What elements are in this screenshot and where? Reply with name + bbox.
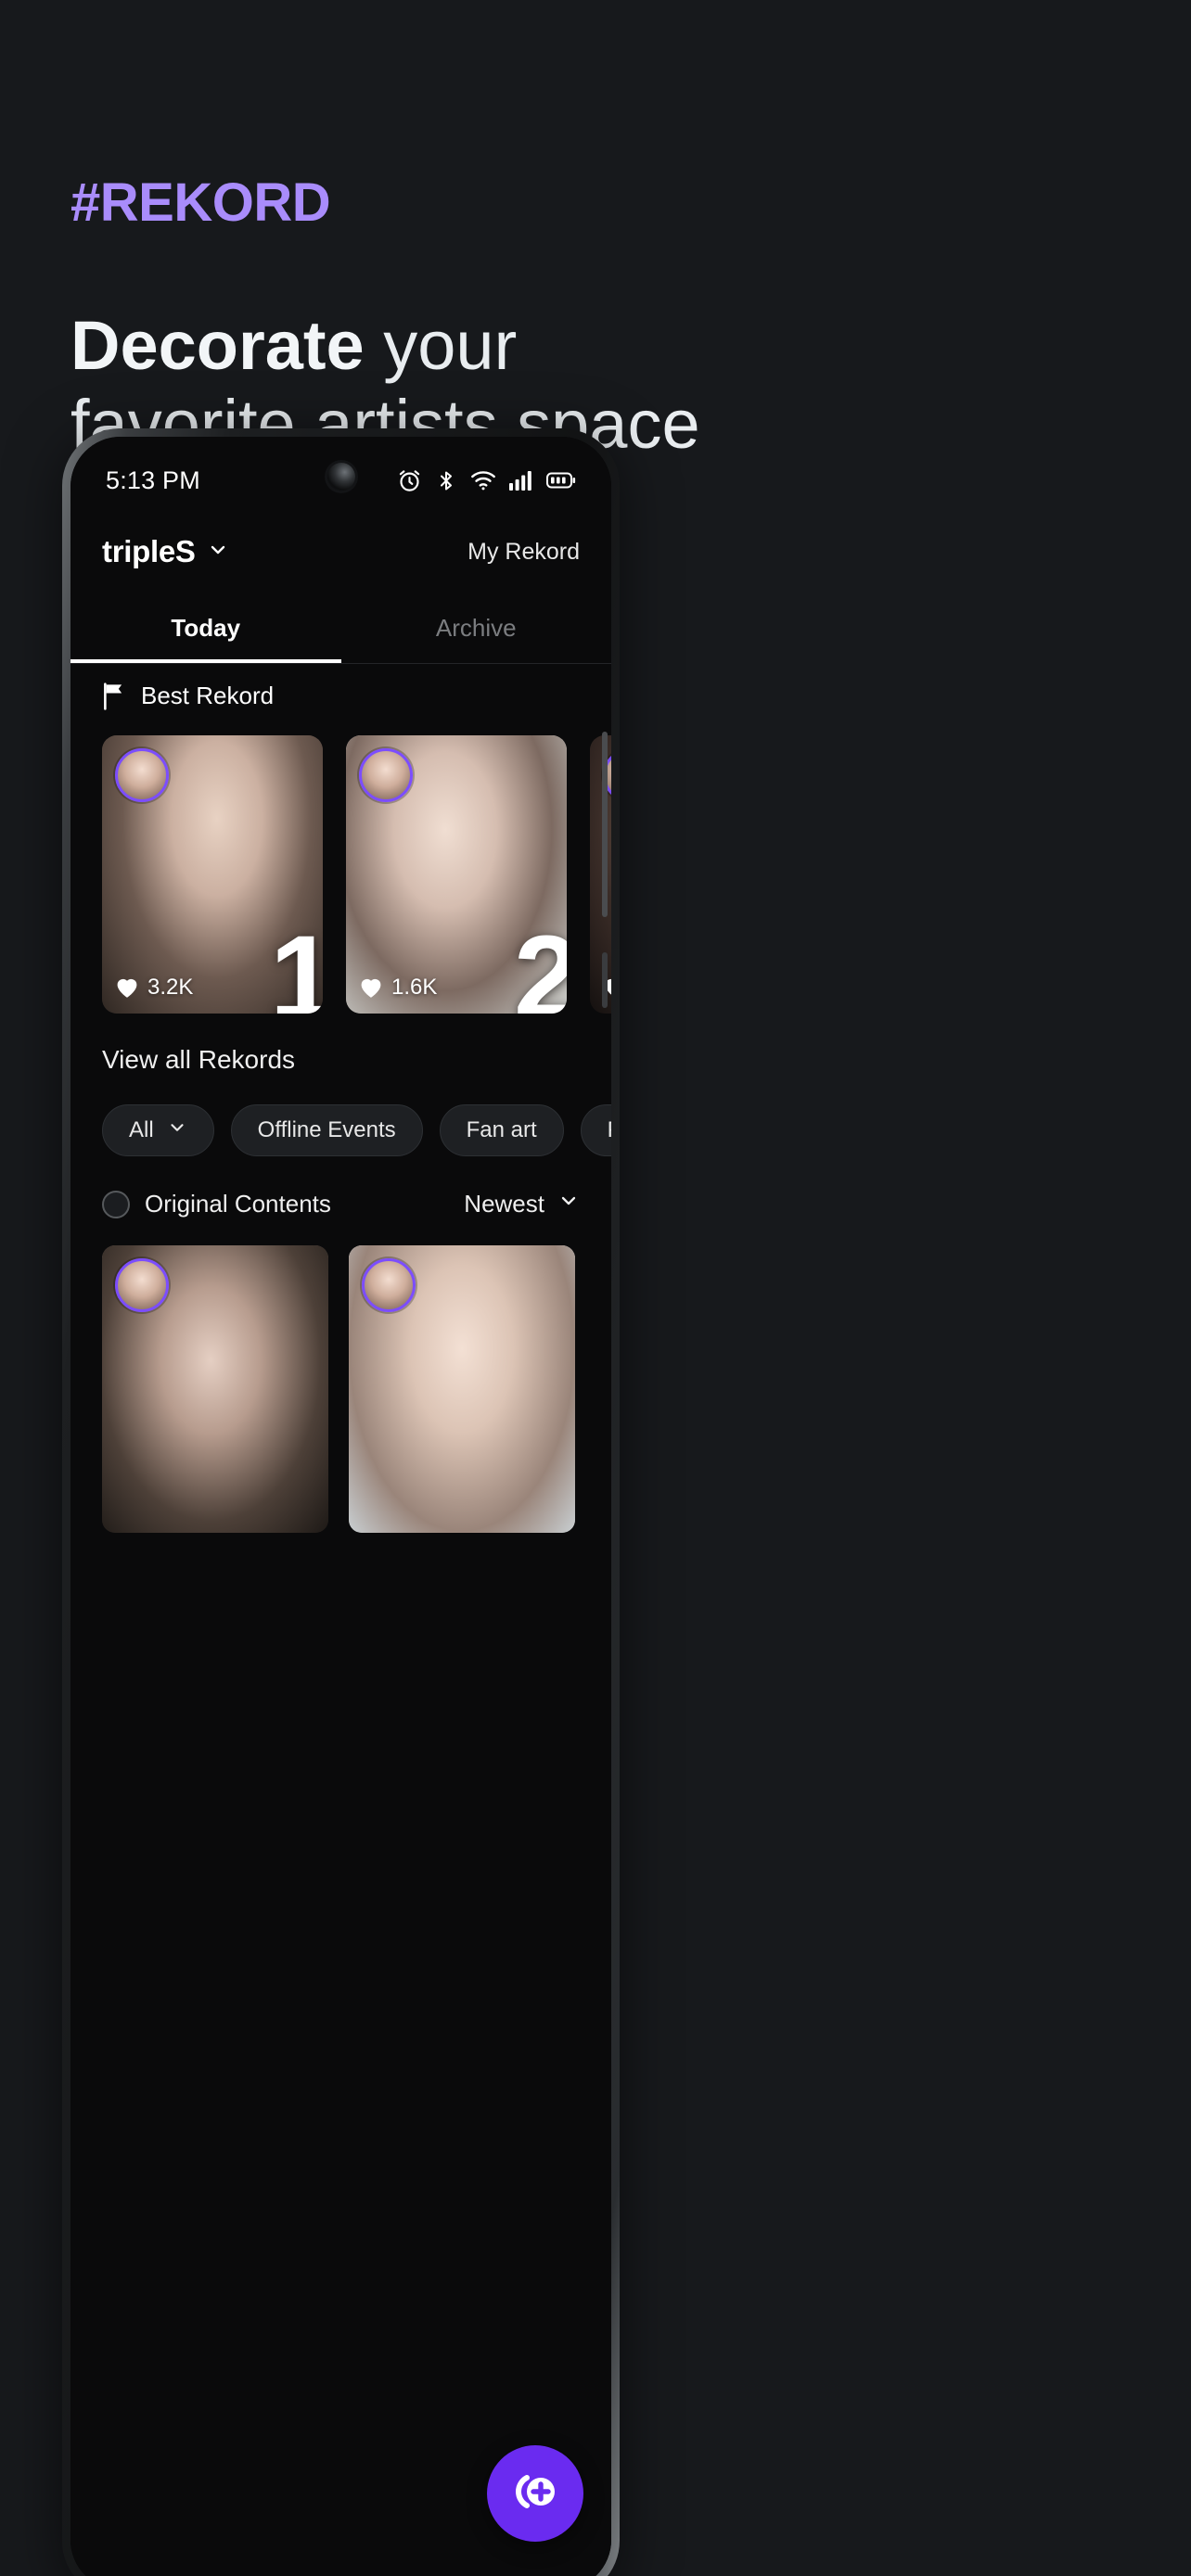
tab-bar: Today Archive [70,593,611,663]
chip-proof-shot[interactable]: Proof Shot [580,1104,611,1156]
rank-number: 2 [513,912,567,1014]
chip-label: Offline Events [257,1117,396,1142]
chip-label: Fan art [466,1117,537,1142]
heart-icon [359,976,383,999]
bluetooth-icon [435,468,457,493]
chip-label: Proof Shot [608,1117,611,1143]
like-count-value: 1.6K [391,975,438,1000]
chevron-down-icon [557,1190,580,1218]
tab-today[interactable]: Today [70,593,341,663]
headline-strong-word: Decorate [70,307,365,384]
feed-filter-row: Original Contents Newest [102,1190,580,1218]
like-count: 1.6K [359,975,437,1001]
avatar[interactable] [362,1258,416,1312]
create-rekord-button[interactable] [487,2445,583,2542]
scrollbar-thumb-secondary[interactable] [602,952,608,1008]
best-rekord-card[interactable]: 323 3 [590,735,611,1014]
best-rekord-heading: Best Rekord [102,682,274,710]
heart-icon [115,976,139,999]
chip-label: All [129,1117,154,1142]
tab-divider [70,663,611,664]
chevron-down-icon [167,1117,187,1144]
chevron-down-icon [207,539,229,566]
phone-screen-bezel: 5:13 PM tripleS My Rekord Today Archive … [70,437,611,2576]
phone-mockup-frame: 5:13 PM tripleS My Rekord Today Archive … [62,428,620,2576]
best-rekord-card[interactable]: 1.6K 2 [346,735,567,1014]
sort-value: Newest [464,1190,544,1218]
best-rekord-card[interactable]: 3.2K 1 [102,735,323,1014]
promo-page: #REKORD Decorate your favorite artists s… [0,0,1191,2576]
chip-offline-events[interactable]: Offline Events [230,1104,423,1156]
like-count: 3.2K [115,975,193,1001]
avatar[interactable] [115,748,169,802]
app-screen: 5:13 PM tripleS My Rekord Today Archive … [70,437,611,2576]
feed-card[interactable] [102,1245,328,1533]
app-header: tripleS My Rekord [70,516,611,587]
feed-card[interactable] [349,1245,575,1533]
chip-fan-art[interactable]: Fan art [439,1104,564,1156]
scrollbar-thumb[interactable] [602,732,608,917]
flag-icon [102,682,126,710]
tab-archive[interactable]: Archive [341,593,612,663]
my-rekord-link[interactable]: My Rekord [467,539,580,566]
add-rekord-icon [506,2463,564,2525]
wifi-icon [470,469,496,491]
rekord-feed-grid [102,1245,611,1533]
artist-selector[interactable]: tripleS [102,534,229,569]
chip-all[interactable]: All [102,1104,214,1156]
avatar[interactable] [115,1258,169,1312]
avatar[interactable] [359,748,413,802]
like-count-value: 3.2K [147,975,194,1000]
sort-selector[interactable]: Newest [464,1190,580,1218]
category-chip-row[interactable]: All Offline Events Fan art Proof Shot [102,1104,611,1156]
status-icons [397,468,576,493]
original-contents-toggle[interactable]: Original Contents [102,1190,331,1218]
best-rekord-carousel[interactable]: 3.2K 1 1.6K 2 [102,735,611,1014]
rank-number: 1 [269,912,323,1014]
best-rekord-title: Best Rekord [141,682,275,709]
battery-icon [546,470,576,491]
promo-hashtag: #REKORD [70,172,331,233]
cellular-signal-icon [509,469,533,491]
status-clock: 5:13 PM [106,465,200,494]
alarm-icon [397,468,422,493]
artist-name: tripleS [102,534,196,568]
front-camera-punchhole [327,463,355,491]
view-all-rekords-link[interactable]: View all Rekords [102,1045,295,1075]
original-contents-label: Original Contents [145,1190,331,1218]
headline-rest: your [364,307,518,384]
radio-icon[interactable] [102,1190,130,1218]
